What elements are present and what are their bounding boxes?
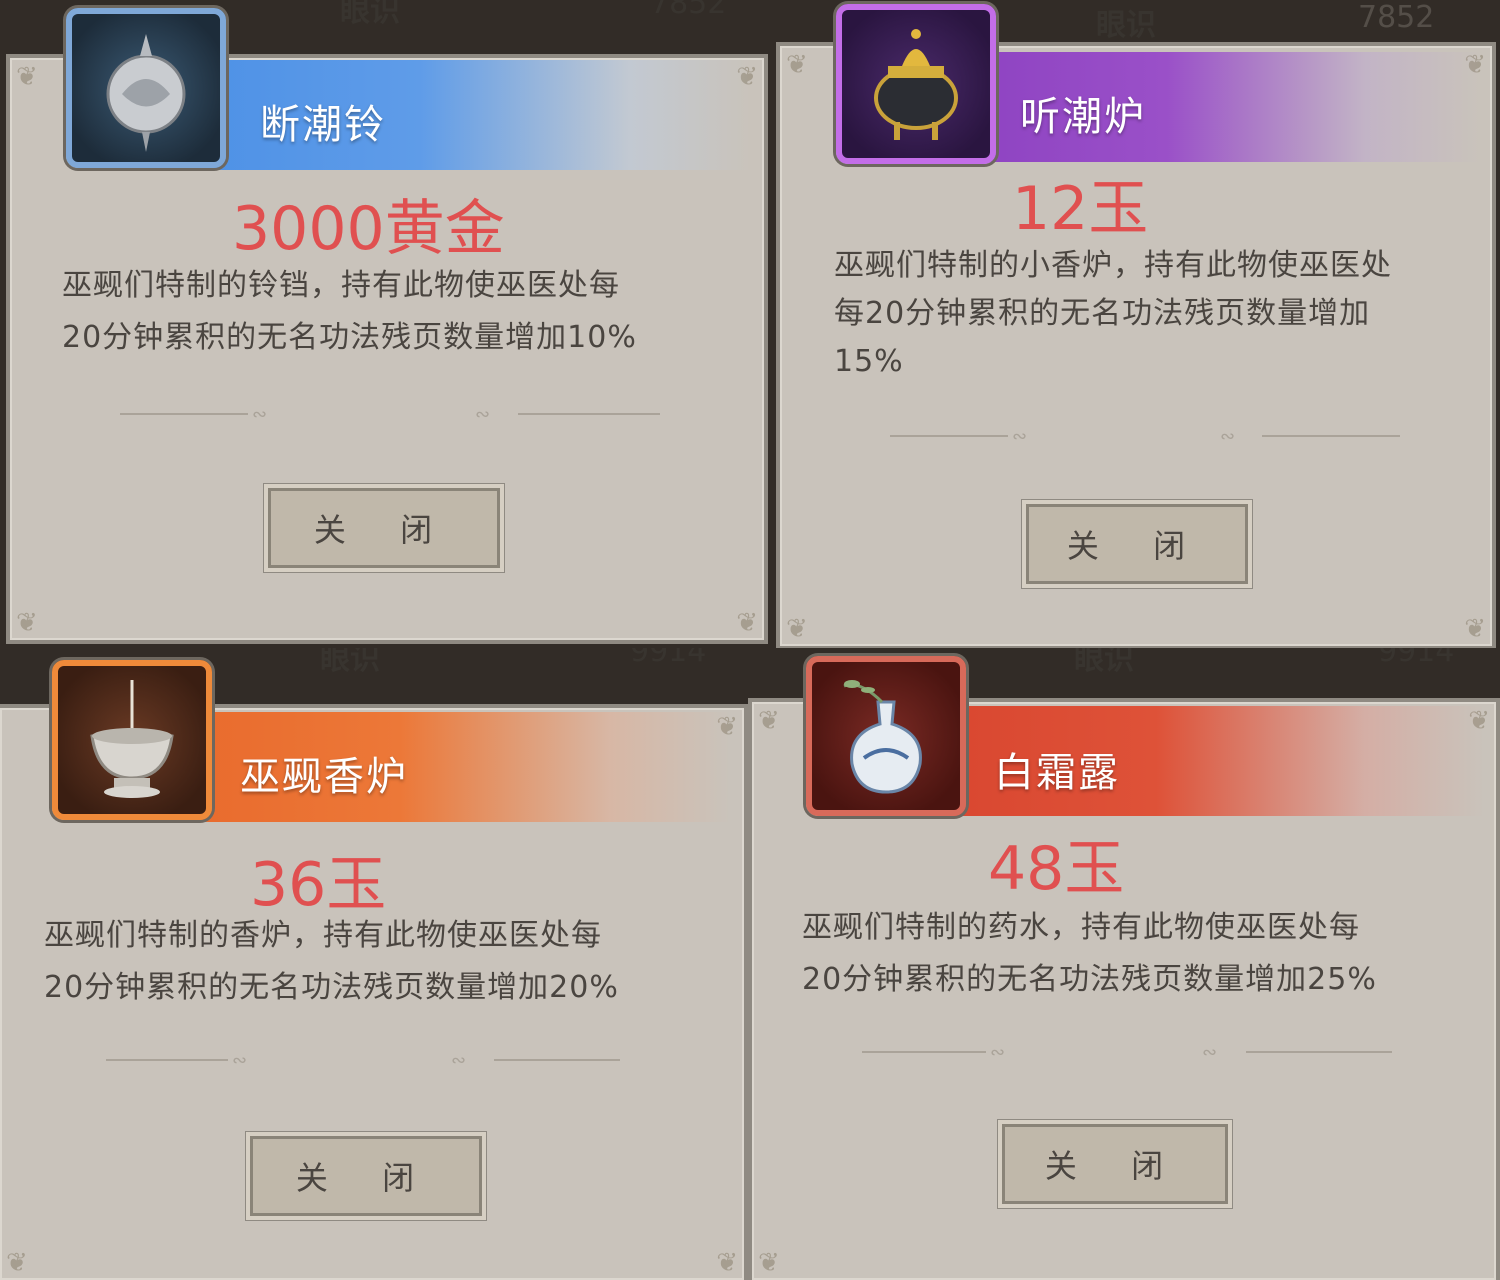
item-price: 3000黄金 <box>232 194 505 264</box>
item-icon-frame <box>52 660 212 820</box>
incense-burner-icon <box>874 29 958 140</box>
description-line: 巫觋们特制的小香炉，持有此物使巫医处 <box>834 248 1392 283</box>
description-line: 每20分钟累积的无名功法残页数量增加 <box>834 296 1371 331</box>
description-line: 15% <box>834 344 904 379</box>
title-bar <box>888 706 1484 816</box>
close-button[interactable]: 关 闭 <box>998 1120 1232 1208</box>
corner-ornament: ❦ <box>1464 614 1486 644</box>
header-number: 7852 <box>1358 0 1435 35</box>
title-bar <box>130 712 730 822</box>
card-cell-1: 眼识 7852 ❦ ❦ ❦ ❦ 断潮铃 3000黄金 巫觋们特制的铃铛，持有此物… <box>0 0 770 648</box>
ornament-divider: ∾ ∾ <box>106 1050 620 1071</box>
item-price: 12玉 <box>1012 174 1149 244</box>
title-bar <box>150 60 750 170</box>
card-cell-4: 眼识 9914 ❦ ❦ ❦ 白霜露 48玉 巫觋们特制的药水，持有此物使巫医处每… <box>748 648 1500 1280</box>
header-number: 9914 <box>630 648 707 669</box>
header-number: 7852 <box>650 0 727 21</box>
censer-icon <box>90 680 174 798</box>
corner-ornament: ❦ <box>786 50 808 80</box>
item-title: 听潮炉 <box>1020 94 1146 140</box>
close-button[interactable]: 关 闭 <box>246 1132 486 1220</box>
item-icon-frame <box>836 4 996 164</box>
header-label: 眼识 <box>1096 8 1156 43</box>
item-description: 巫觋们特制的香炉，持有此物使巫医处每 20分钟累积的无名功法残页数量增加20% <box>44 910 619 1014</box>
corner-ornament: ❦ <box>16 62 38 92</box>
corner-ornament: ❦ <box>16 608 38 638</box>
description-line: 20分钟累积的无名功法残页数量增加25% <box>802 962 1377 997</box>
description-line: 20分钟累积的无名功法残页数量增加20% <box>44 970 619 1005</box>
close-button[interactable]: 关 闭 <box>1022 500 1252 588</box>
corner-ornament: ❦ <box>716 1248 738 1278</box>
ornament-divider: ∾ ∾ <box>120 404 660 425</box>
item-title: 巫觋香炉 <box>240 754 408 800</box>
corner-ornament: ❦ <box>758 706 780 736</box>
header-label: 眼识 <box>320 648 380 677</box>
corner-ornament: ❦ <box>6 1248 28 1278</box>
header-label: 眼识 <box>340 0 400 29</box>
header-label: 眼识 <box>1074 648 1134 677</box>
description-line: 巫觋们特制的香炉，持有此物使巫医处每 <box>44 918 602 953</box>
corner-ornament: ❦ <box>736 608 758 638</box>
item-description: 巫觋们特制的铃铛，持有此物使巫医处每 20分钟累积的无名功法残页数量增加10% <box>62 260 637 364</box>
item-description: 巫觋们特制的药水，持有此物使巫医处每 20分钟累积的无名功法残页数量增加25% <box>802 902 1377 1006</box>
item-title: 断潮铃 <box>260 102 386 148</box>
ornament-divider: ∾ ∾ <box>890 426 1400 447</box>
silver-bell-icon <box>106 34 186 152</box>
item-description: 巫觋们特制的小香炉，持有此物使巫医处 每20分钟累积的无名功法残页数量增加 15… <box>834 242 1392 386</box>
card-cell-2: 眼识 7852 ❦ ❦ ❦ ❦ 听潮炉 12玉 巫觋们特制的小香炉，持有此物使巫… <box>770 0 1500 648</box>
corner-ornament: ❦ <box>786 614 808 644</box>
description-line: 巫觋们特制的药水，持有此物使巫医处每 <box>802 910 1360 945</box>
corner-ornament: ❦ <box>758 1248 780 1278</box>
description-line: 20分钟累积的无名功法残页数量增加10% <box>62 320 637 355</box>
item-price: 48玉 <box>988 834 1125 904</box>
item-icon-frame <box>806 656 966 816</box>
item-icon-frame <box>66 8 226 168</box>
description-line: 巫觋们特制的铃铛，持有此物使巫医处每 <box>62 268 620 303</box>
potion-vase-icon <box>843 680 922 794</box>
card-cell-3: 眼识 9914 ❦ ❦ ❦ 巫觋香炉 36玉 巫觋们特制的香炉，持有此物使巫医处… <box>0 648 748 1280</box>
header-number: 9914 <box>1378 648 1455 669</box>
close-button[interactable]: 关 闭 <box>264 484 504 572</box>
item-title: 白霜露 <box>994 750 1120 796</box>
ornament-divider: ∾ ∾ <box>862 1042 1392 1063</box>
